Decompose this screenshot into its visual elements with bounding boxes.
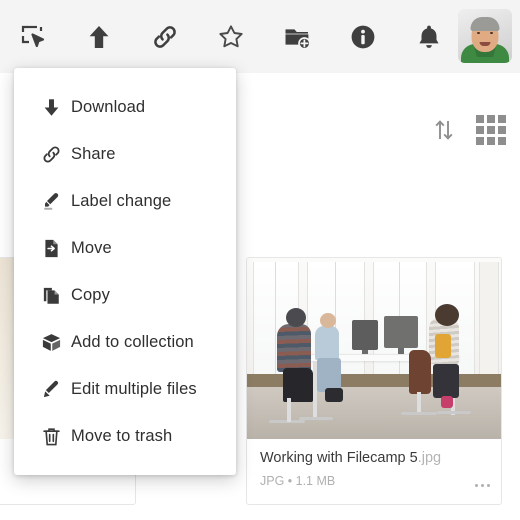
file-name: Working with Filecamp 5.jpg xyxy=(260,450,488,467)
info-icon[interactable] xyxy=(330,0,396,73)
menu-item-label: Add to collection xyxy=(71,333,194,352)
view-controls xyxy=(434,115,506,145)
menu-item-edit-multiple-files[interactable]: Edit multiple files xyxy=(14,366,236,413)
file-name-extension: .jpg xyxy=(417,450,442,466)
menu-item-label: Edit multiple files xyxy=(71,380,197,399)
trash-icon xyxy=(41,426,71,447)
file-name-base: Working with Filecamp 5 xyxy=(260,450,418,466)
menu-item-label: Share xyxy=(71,145,116,164)
context-menu: Download Share Label change Move Copy Ad… xyxy=(14,68,236,475)
menu-item-copy[interactable]: Copy xyxy=(14,272,236,319)
user-avatar[interactable] xyxy=(458,9,512,63)
file-thumbnail xyxy=(247,258,501,439)
move-file-icon xyxy=(41,238,71,259)
menu-item-move-to-trash[interactable]: Move to trash xyxy=(14,413,236,460)
link-icon[interactable] xyxy=(132,0,198,73)
link-icon xyxy=(41,144,71,165)
menu-item-label: Label change xyxy=(71,192,172,211)
menu-item-label: Download xyxy=(71,98,146,117)
menu-item-share[interactable]: Share xyxy=(14,131,236,178)
star-icon[interactable] xyxy=(198,0,264,73)
menu-item-move[interactable]: Move xyxy=(14,225,236,272)
notifications-icon[interactable] xyxy=(396,0,462,73)
file-card-working-with-filecamp-5[interactable]: Working with Filecamp 5.jpg JPG • 1.1 MB xyxy=(246,257,502,505)
copy-icon xyxy=(41,285,71,306)
menu-item-label: Move xyxy=(71,239,112,258)
download-icon xyxy=(41,97,71,118)
sort-icon[interactable] xyxy=(434,119,454,141)
box-icon xyxy=(41,332,71,353)
select-files-icon[interactable] xyxy=(0,0,66,73)
menu-item-label-change[interactable]: Label change xyxy=(14,178,236,225)
file-meta-text: JPG • 1.1 MB xyxy=(260,474,336,489)
menu-item-add-to-collection[interactable]: Add to collection xyxy=(14,319,236,366)
pencil-icon xyxy=(41,379,71,400)
app-toolbar xyxy=(0,0,520,73)
highlighter-icon xyxy=(41,191,71,212)
file-more-options-button[interactable] xyxy=(474,483,490,488)
grid-view-icon[interactable] xyxy=(476,115,506,145)
new-folder-icon[interactable] xyxy=(264,0,330,73)
menu-item-label: Copy xyxy=(71,286,110,305)
menu-item-label: Move to trash xyxy=(71,427,173,446)
upload-icon[interactable] xyxy=(66,0,132,73)
file-card-meta: Working with Filecamp 5.jpg JPG • 1.1 MB xyxy=(247,439,501,488)
menu-item-download[interactable]: Download xyxy=(14,84,236,131)
